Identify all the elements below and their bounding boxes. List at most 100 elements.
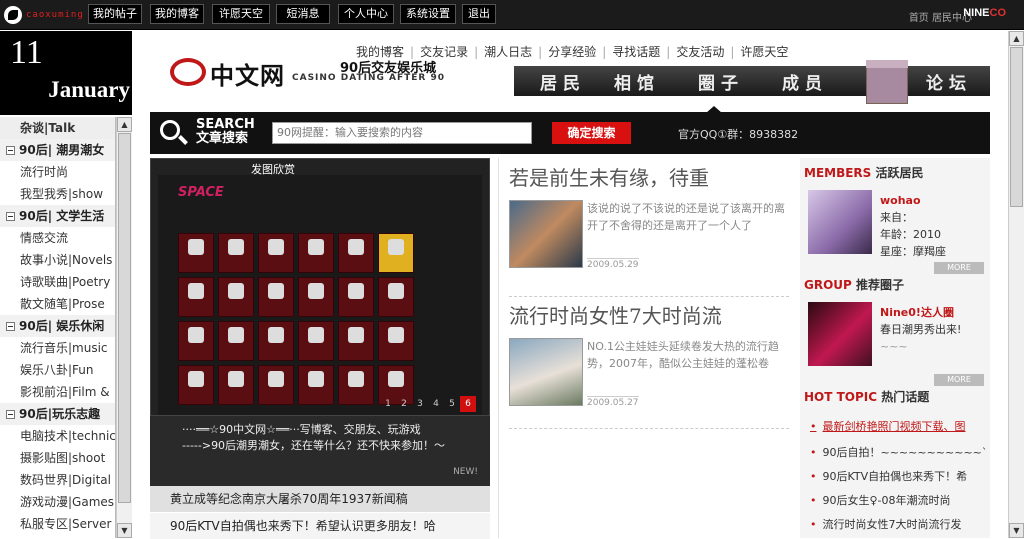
group-thumbnail[interactable] xyxy=(808,302,872,366)
new-badge: NEW! xyxy=(453,467,478,477)
hot-topic-link[interactable]: 90后KTV自拍偶也来秀下！希 xyxy=(810,468,968,484)
link-events[interactable]: 交友活动 xyxy=(676,45,724,59)
article-title[interactable]: 若是前生未有缘，待重 xyxy=(509,162,789,191)
nav-logout[interactable]: 退出 xyxy=(462,4,496,24)
link-wish-sky[interactable]: 许愿天空 xyxy=(740,45,788,59)
sidebar-item[interactable]: 游戏动漫|Games xyxy=(0,491,115,513)
more-button[interactable]: MORE xyxy=(934,374,984,386)
page-5[interactable]: 5 xyxy=(444,396,460,412)
tab-photos[interactable]: 相馆 xyxy=(614,69,660,94)
page-2[interactable]: 2 xyxy=(396,396,412,412)
members-title-en: MEMBERS xyxy=(804,166,872,180)
group-name[interactable]: Nine0!达人圈 xyxy=(880,304,961,321)
link-trend-log[interactable]: 潮人日志 xyxy=(484,45,532,59)
page-1[interactable]: 1 xyxy=(380,396,396,412)
sidebar-item[interactable]: 影视前沿|Film & xyxy=(0,381,115,403)
sidebar-scrollbar[interactable]: ▲ ▼ xyxy=(116,117,132,538)
member-face-icon xyxy=(268,327,284,343)
hot-topic-link[interactable]: 90后自拍！~~~~~~~~~~~` xyxy=(810,444,988,460)
scroll-down-icon[interactable]: ▼ xyxy=(1009,523,1024,538)
page-scrollbar[interactable]: ▲ ▼ xyxy=(1008,31,1024,538)
search-input[interactable]: 90网提醒：输入要搜索的内容 xyxy=(272,122,532,144)
article-thumbnail[interactable] xyxy=(509,338,583,406)
collapse-icon[interactable] xyxy=(6,410,15,419)
sidebar-item[interactable]: 我型我秀|show xyxy=(0,183,115,205)
sidebar: 杂谈|Talk 90后| 潮男潮女 流行时尚 我型我秀|show 90后| 文学… xyxy=(0,117,116,538)
member-info: wohao 来自： 年龄：2010 星座：摩羯座 xyxy=(880,192,946,260)
member-cell xyxy=(258,365,294,405)
sidebar-item[interactable]: 流行时尚 xyxy=(0,161,115,183)
collapse-icon[interactable] xyxy=(6,322,15,331)
link-friend-records[interactable]: 交友记录 xyxy=(420,45,468,59)
tab-circles[interactable]: 圈子 xyxy=(698,69,744,94)
member-avatar[interactable] xyxy=(808,190,872,254)
sidebar-item[interactable]: 数码世界|Digital xyxy=(0,469,115,491)
group-title-en: GROUP xyxy=(804,278,852,292)
hot-topic-link[interactable]: 流行时尚女性7大时尚流行发 xyxy=(810,516,962,532)
article-card: 流行时尚女性7大时尚流 NO.1公主娃娃头延续卷发大热的流行趋势，2007年，酷… xyxy=(509,300,789,429)
page-4[interactable]: 4 xyxy=(428,396,444,412)
member-face-icon xyxy=(388,371,404,387)
nav-system-settings[interactable]: 系统设置 xyxy=(400,4,456,24)
slide-caption: ····══☆90中文网☆══···写博客、交朋友、玩游戏 ----->90后潮… xyxy=(150,416,490,486)
article-thumbnail[interactable] xyxy=(509,200,583,268)
member-face-icon xyxy=(308,371,324,387)
site-logo-icon[interactable] xyxy=(4,6,22,24)
forum-cube-icon[interactable] xyxy=(866,60,908,104)
nav-my-blog[interactable]: 我的博客 xyxy=(150,4,204,24)
collapse-icon[interactable] xyxy=(6,146,15,155)
slide-image[interactable]: SPACE 123456 xyxy=(158,175,482,415)
member-cell xyxy=(338,233,374,273)
link-my-blog[interactable]: 我的博客 xyxy=(356,45,404,59)
nav-wish-sky[interactable]: 许愿天空 xyxy=(212,4,270,24)
scroll-up-icon[interactable]: ▲ xyxy=(1009,31,1024,46)
nav-messages[interactable]: 短消息 xyxy=(276,4,330,24)
photo-slideshow[interactable]: 发图欣赏 SPACE 123456 xyxy=(150,158,490,416)
right-column: MEMBERS 活跃居民 wohao 来自： 年龄：2010 星座：摩羯座 MO… xyxy=(800,158,990,538)
sidebar-item[interactable]: 电脑技术|technic xyxy=(0,425,115,447)
member-face-icon xyxy=(348,327,364,343)
article-title[interactable]: 流行时尚女性7大时尚流 xyxy=(509,300,789,329)
tab-residents[interactable]: 居民 xyxy=(540,69,586,94)
hot-topic-link[interactable]: 90后女生♀-08年潮流时尚 xyxy=(810,492,951,508)
hot-topic-link[interactable]: 最新剑桥艳照门视频下载、图 xyxy=(810,418,966,434)
sidebar-group-literature[interactable]: 90后| 文学生活 xyxy=(0,205,115,227)
sidebar-item[interactable]: 情感交流 xyxy=(0,227,115,249)
scroll-down-icon[interactable]: ▼ xyxy=(117,523,132,538)
member-face-icon xyxy=(388,239,404,255)
news-item[interactable]: 90后KTV自拍偶也来秀下！希望认识更多朋友！哈 xyxy=(150,513,490,539)
nav-my-posts[interactable]: 我的帖子 xyxy=(88,4,142,24)
sidebar-group-hobbies[interactable]: 90后|玩乐志趣 xyxy=(0,403,115,425)
scroll-up-icon[interactable]: ▲ xyxy=(117,117,132,132)
sidebar-item[interactable]: 流行音乐|music xyxy=(0,337,115,359)
scroll-thumb[interactable] xyxy=(118,133,131,503)
scroll-thumb[interactable] xyxy=(1010,47,1023,207)
nav-personal-center[interactable]: 个人中心 xyxy=(338,4,394,24)
news-item[interactable]: 黄立成等纪念南京大屠杀70周年1937新闻稿 xyxy=(150,486,490,512)
date-day: 11 xyxy=(10,34,43,71)
brand-name: 中文网 xyxy=(210,62,285,90)
page-6[interactable]: 6 xyxy=(460,396,476,412)
username-label[interactable]: caoxuming xyxy=(26,10,84,20)
main-nav: 居民 相馆 圈子 成员 论坛 xyxy=(514,66,990,96)
article-excerpt: 该说的说了不该说的还是说了该离开的离开了不舍得的还是离开了一个人了 xyxy=(587,202,785,232)
sidebar-item[interactable]: 诗歌联曲|Poetry xyxy=(0,271,115,293)
sidebar-item[interactable]: 故事小说|Novels xyxy=(0,249,115,271)
sidebar-group-fashion[interactable]: 90后| 潮男潮女 xyxy=(0,139,115,161)
link-share[interactable]: 分享经验 xyxy=(548,45,596,59)
tab-members[interactable]: 成员 xyxy=(782,69,828,94)
tab-forum[interactable]: 论坛 xyxy=(926,69,972,94)
collapse-icon[interactable] xyxy=(6,212,15,221)
more-button[interactable]: MORE xyxy=(934,262,984,274)
page-3[interactable]: 3 xyxy=(412,396,428,412)
member-name[interactable]: wohao xyxy=(880,192,946,209)
link-topics[interactable]: 寻找话题 xyxy=(612,45,660,59)
search-button[interactable]: 确定搜索 xyxy=(552,122,631,144)
search-icon xyxy=(160,120,180,140)
sidebar-group-entertainment[interactable]: 90后| 娱乐休闲 xyxy=(0,315,115,337)
sidebar-item[interactable]: 娱乐八卦|Fun xyxy=(0,359,115,381)
sidebar-item[interactable]: 摄影贴图|shoot xyxy=(0,447,115,469)
sidebar-item[interactable]: 私服专区|Server xyxy=(0,513,115,535)
sidebar-item[interactable]: 散文随笔|Prose xyxy=(0,293,115,315)
sidebar-item-talk[interactable]: 杂谈|Talk xyxy=(0,117,115,139)
